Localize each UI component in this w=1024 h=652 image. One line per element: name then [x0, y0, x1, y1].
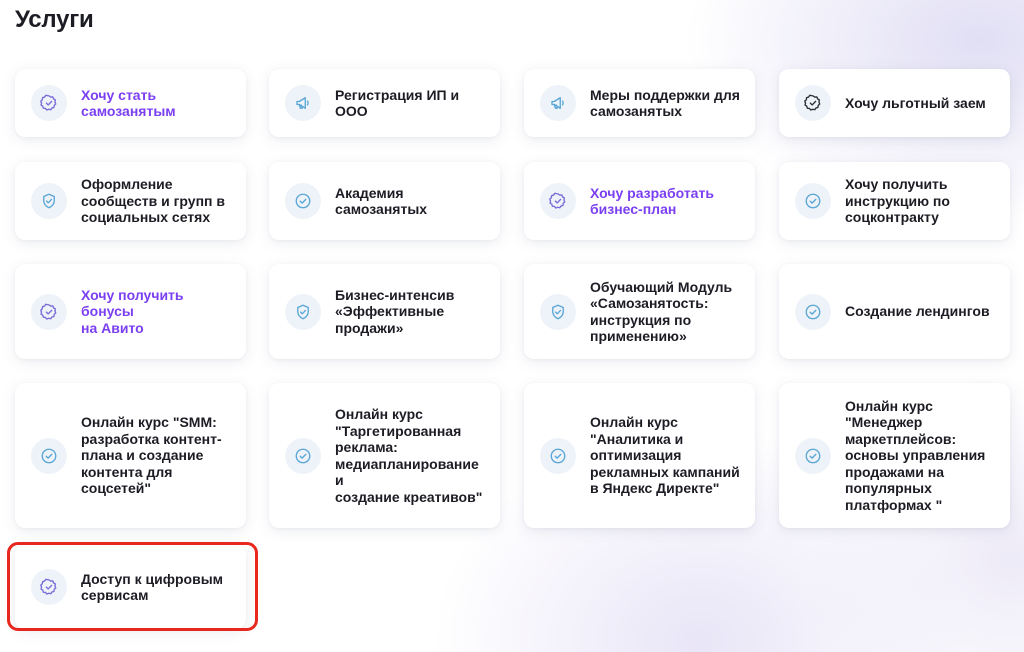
service-card[interactable]: Хочу льготный заем — [779, 69, 1010, 137]
service-card[interactable]: Создание лендингов — [779, 264, 1010, 359]
service-card[interactable]: Онлайн курс "Таргетированная реклама: ме… — [269, 383, 500, 528]
megaphone-icon — [540, 85, 576, 121]
service-label: Хочу получить бонусы на Авито — [81, 286, 184, 336]
service-label: Бизнес-интенсив «Эффективные продажи» — [335, 286, 455, 336]
badge-check-icon — [31, 569, 67, 605]
service-card[interactable]: Хочу получить инструкцию по соцконтракту — [779, 162, 1010, 240]
badge-check-icon — [795, 85, 831, 121]
service-label: Онлайн курс "Таргетированная реклама: ме… — [335, 406, 483, 505]
check-circle-icon — [540, 437, 576, 474]
service-card[interactable]: Бизнес-интенсив «Эффективные продажи» — [269, 264, 500, 359]
shield-check-icon — [285, 293, 321, 330]
service-label: Академия самозанятых — [335, 184, 428, 218]
service-card[interactable]: Регистрация ИП и ООО — [269, 69, 500, 137]
service-label: Регистрация ИП и ООО — [335, 86, 460, 120]
check-circle-icon — [285, 437, 321, 474]
service-card[interactable]: Обучающий Модуль «Самозанятость: инструк… — [524, 264, 755, 359]
service-label: Меры поддержки для самозанятых — [590, 86, 740, 120]
service-label: Оформление сообществ и групп в социальны… — [81, 176, 225, 226]
badge-check-icon — [540, 183, 576, 219]
service-card[interactable]: Онлайн курс "SMM: разработка контент- пл… — [15, 383, 246, 528]
shield-check-icon — [31, 183, 67, 219]
service-label: Хочу льготный заем — [845, 94, 986, 111]
service-card[interactable]: Доступ к цифровым сервисам — [15, 545, 246, 629]
service-label: Хочу разработать бизнес-план — [590, 184, 714, 218]
service-label: Онлайн курс "SMM: разработка контент- пл… — [81, 414, 222, 497]
badge-check-icon — [31, 85, 67, 121]
service-label: Онлайн курс "Менеджер маркетплейсов: осн… — [845, 397, 986, 513]
service-label: Хочу получить инструкцию по соцконтракту — [845, 176, 950, 226]
service-card[interactable]: Хочу получить бонусы на Авито — [15, 264, 246, 359]
check-circle-icon — [31, 437, 67, 474]
check-circle-icon — [795, 293, 831, 330]
service-label: Хочу стать самозанятым — [81, 86, 176, 120]
shield-check-icon — [540, 293, 576, 330]
service-label: Обучающий Модуль «Самозанятость: инструк… — [590, 278, 733, 345]
service-card[interactable]: Хочу разработать бизнес-план — [524, 162, 755, 240]
service-card[interactable]: Онлайн курс "Аналитика и оптимизация рек… — [524, 383, 755, 528]
service-card[interactable]: Оформление сообществ и групп в социальны… — [15, 162, 246, 240]
service-card[interactable]: Хочу стать самозанятым — [15, 69, 246, 137]
service-card[interactable]: Академия самозанятых — [269, 162, 500, 240]
service-label: Доступ к цифровым сервисам — [81, 570, 224, 604]
service-card[interactable]: Меры поддержки для самозанятых — [524, 69, 755, 137]
megaphone-icon — [285, 85, 321, 121]
service-label: Создание лендингов — [845, 303, 990, 320]
service-label: Онлайн курс "Аналитика и оптимизация рек… — [590, 414, 740, 497]
page-title: Услуги — [15, 6, 94, 33]
badge-check-icon — [31, 293, 67, 330]
check-circle-icon — [795, 437, 831, 474]
check-circle-icon — [795, 183, 831, 219]
service-card[interactable]: Онлайн курс "Менеджер маркетплейсов: осн… — [779, 383, 1010, 528]
check-circle-icon — [285, 183, 321, 219]
